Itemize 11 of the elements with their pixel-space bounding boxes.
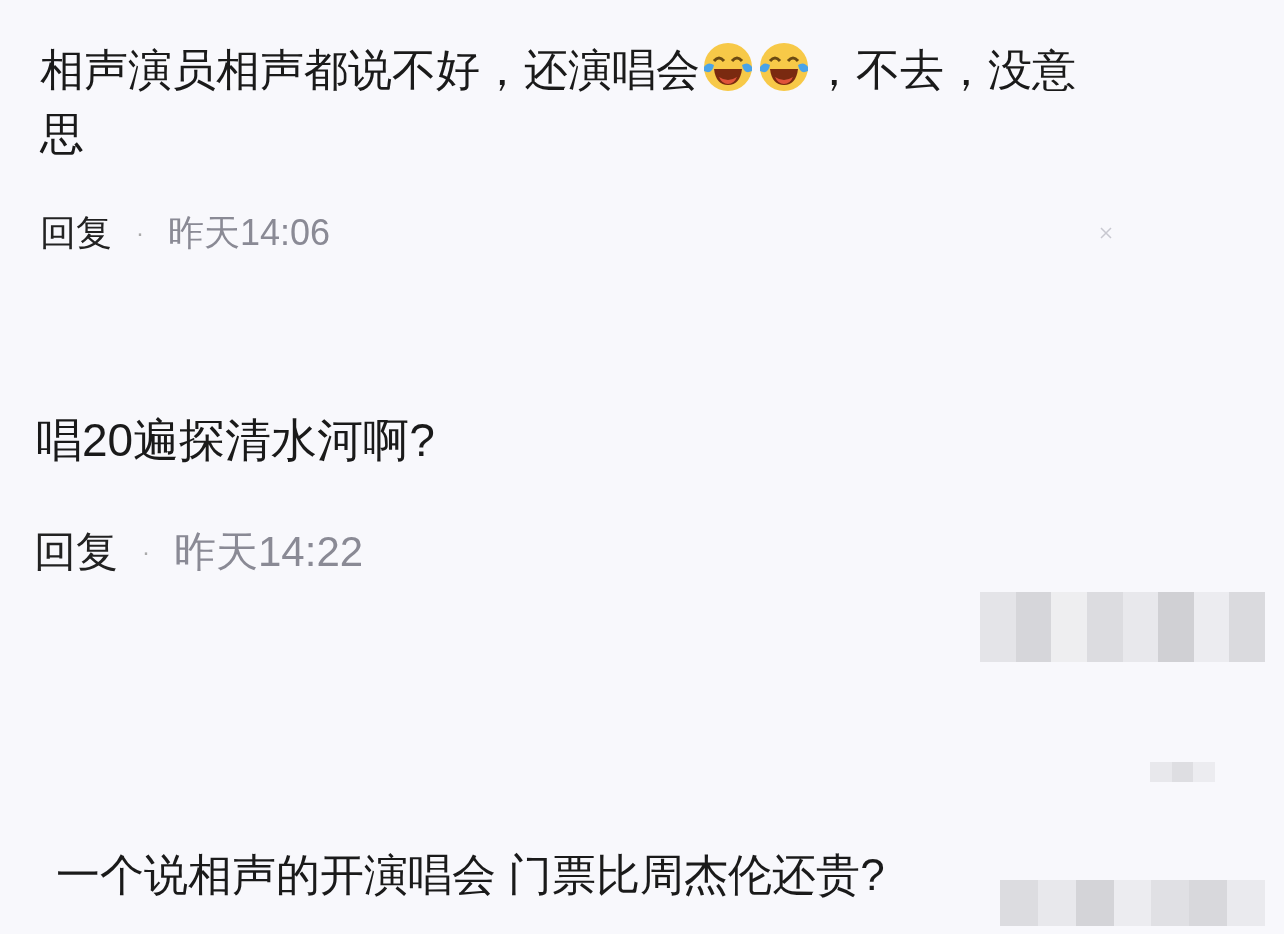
reply-link[interactable]: 回复: [40, 206, 112, 260]
reply-link[interactable]: 回复: [34, 520, 118, 583]
comment-text: 一个说相声的开演唱会 门票比周杰伦还贵?: [56, 849, 885, 901]
comment-time: 昨天14:06: [168, 211, 331, 255]
close-icon[interactable]: [1098, 225, 1114, 241]
pixelated-redaction: [1150, 762, 1215, 782]
comment-time: 昨天14:22: [174, 527, 364, 577]
separator-dot: ·: [136, 218, 144, 248]
comment-text: 相声演员相声都说不好，还演唱会 ，不去，没意思: [40, 38, 1085, 166]
comment-text: 唱20遍探清水河啊?: [36, 413, 436, 468]
separator-dot: ·: [142, 536, 150, 567]
